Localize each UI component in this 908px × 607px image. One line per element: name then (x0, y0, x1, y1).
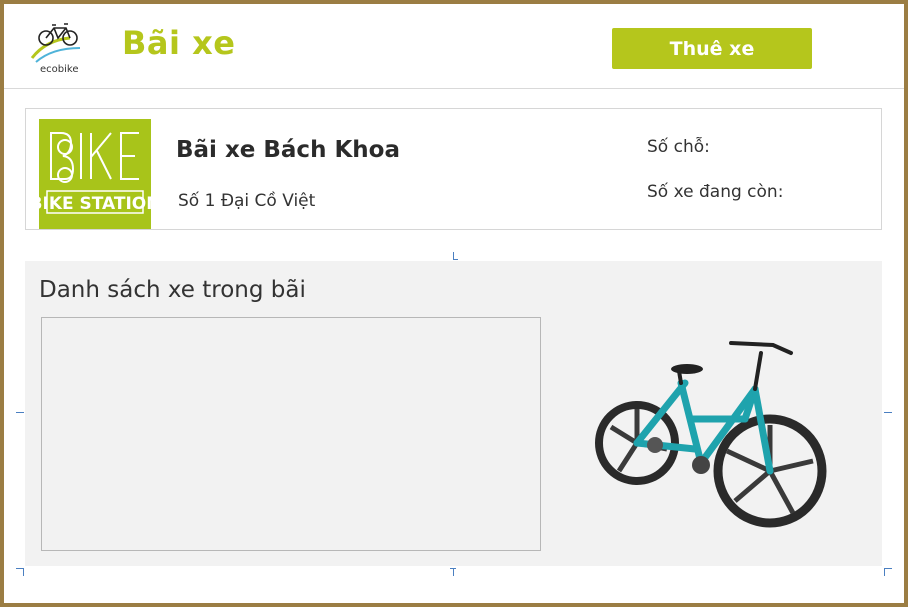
bike-list-box[interactable] (41, 317, 541, 551)
guide-mark (450, 568, 456, 569)
slots-label: Số chỗ: (647, 137, 710, 157)
guide-mark (453, 568, 454, 576)
bike-list-panel: Danh sách xe trong bãi (25, 261, 882, 566)
bike-list-title: Danh sách xe trong bãi (39, 277, 306, 303)
guide-mark (16, 412, 24, 413)
guide-mark (23, 568, 24, 576)
station-name: Bãi xe Bách Khoa (176, 137, 400, 163)
svg-text:ecobike: ecobike (40, 64, 78, 75)
guide-mark (884, 568, 885, 576)
svg-text:BIKE STATION: BIKE STATION (39, 194, 151, 214)
rent-bike-button[interactable]: Thuê xe (612, 28, 812, 69)
bike-station-logo-icon: BIKE STATION (39, 119, 151, 229)
guide-mark (453, 259, 458, 260)
app-header: ecobike Bãi xe Thuê xe (4, 4, 904, 89)
guide-mark (884, 568, 892, 569)
station-info-card: BIKE STATION Bãi xe Bách Khoa Số 1 Đại C… (25, 108, 882, 230)
bicycle-image (595, 341, 827, 528)
station-address: Số 1 Đại Cồ Việt (178, 191, 316, 211)
ecobike-logo-icon: ecobike (30, 23, 81, 75)
guide-mark (884, 412, 892, 413)
available-bikes-label: Số xe đang còn: (647, 182, 784, 202)
page-title: Bãi xe (122, 24, 236, 62)
